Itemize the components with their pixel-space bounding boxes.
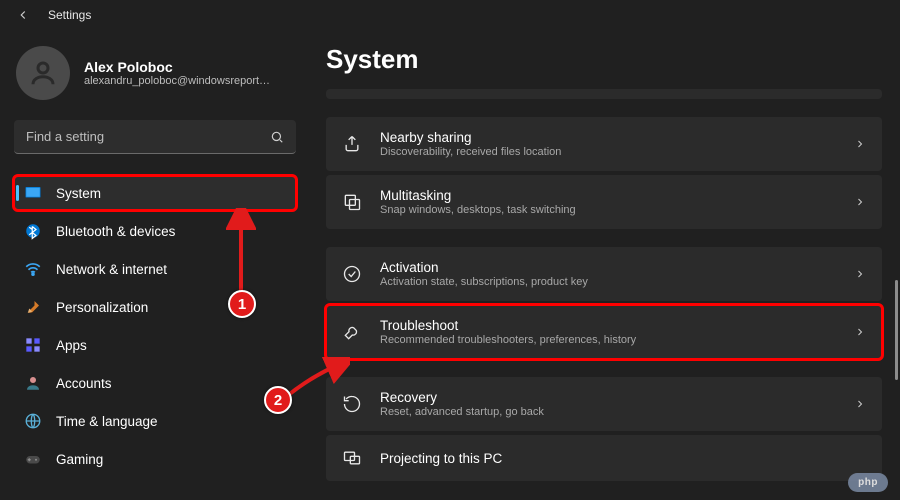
gamepad-icon <box>24 450 42 468</box>
sidebar-item-accounts[interactable]: Accounts <box>14 366 296 400</box>
row-title: Recovery <box>380 390 836 405</box>
bluetooth-icon <box>24 222 42 240</box>
content-panel: System Nearby sharing Discoverability, r… <box>310 30 900 500</box>
sidebar-item-label: Network & internet <box>56 262 167 277</box>
wrench-icon <box>342 322 362 342</box>
sidebar-item-apps[interactable]: Apps <box>14 328 296 362</box>
row-activation[interactable]: Activation Activation state, subscriptio… <box>326 247 882 301</box>
chevron-right-icon <box>854 326 866 338</box>
grid-icon <box>24 336 42 354</box>
watermark: php <box>848 473 888 492</box>
share-icon <box>342 134 362 154</box>
globe-clock-icon <box>24 412 42 430</box>
row-troubleshoot[interactable]: Troubleshoot Recommended troubleshooters… <box>326 305 882 359</box>
window-title: Settings <box>48 8 91 22</box>
sidebar-item-label: Apps <box>56 338 87 353</box>
chevron-right-icon <box>854 268 866 280</box>
row-title: Multitasking <box>380 188 836 203</box>
search-box[interactable] <box>14 120 296 154</box>
search-input[interactable] <box>26 129 270 144</box>
chevron-right-icon <box>854 196 866 208</box>
profile-block[interactable]: Alex Poloboc alexandru_poloboc@windowsre… <box>14 40 296 116</box>
titlebar: Settings <box>0 0 900 30</box>
row-sub: Snap windows, desktops, task switching <box>380 204 836 216</box>
chevron-right-icon <box>854 398 866 410</box>
row-title: Projecting to this PC <box>380 451 866 466</box>
chevron-right-icon <box>854 138 866 150</box>
annotation-badge-1: 1 <box>228 290 256 318</box>
back-icon[interactable] <box>16 8 30 22</box>
overlap-icon <box>342 192 362 212</box>
row-sub: Discoverability, received files location <box>380 146 836 158</box>
row-sub: Reset, advanced startup, go back <box>380 406 836 418</box>
row-nearby-sharing[interactable]: Nearby sharing Discoverability, received… <box>326 117 882 171</box>
user-icon <box>24 374 42 392</box>
row-sub: Activation state, subscriptions, product… <box>380 276 836 288</box>
row-title: Troubleshoot <box>380 318 836 333</box>
sidebar-item-label: Bluetooth & devices <box>56 224 175 239</box>
profile-name: Alex Poloboc <box>84 59 270 75</box>
sidebar-item-label: Personalization <box>56 300 148 315</box>
sidebar: Alex Poloboc alexandru_poloboc@windowsre… <box>0 30 310 500</box>
wifi-icon <box>24 260 42 278</box>
collapsed-row <box>326 89 882 99</box>
sidebar-item-system[interactable]: System <box>14 176 296 210</box>
row-title: Nearby sharing <box>380 130 836 145</box>
row-sub: Recommended troubleshooters, preferences… <box>380 334 836 346</box>
row-recovery[interactable]: Recovery Reset, advanced startup, go bac… <box>326 377 882 431</box>
sidebar-item-gaming[interactable]: Gaming <box>14 442 296 476</box>
sidebar-item-label: Accounts <box>56 376 112 391</box>
row-title: Activation <box>380 260 836 275</box>
sidebar-item-label: System <box>56 186 101 201</box>
sidebar-item-time-language[interactable]: Time & language <box>14 404 296 438</box>
sidebar-item-label: Gaming <box>56 452 103 467</box>
profile-email: alexandru_poloboc@windowsreport… <box>84 75 270 87</box>
search-icon <box>270 130 284 144</box>
check-circle-icon <box>342 264 362 284</box>
scrollbar-thumb[interactable] <box>895 280 898 380</box>
monitor-icon <box>24 184 42 202</box>
row-multitasking[interactable]: Multitasking Snap windows, desktops, tas… <box>326 175 882 229</box>
page-title: System <box>326 44 882 75</box>
avatar <box>16 46 70 100</box>
annotation-badge-2: 2 <box>264 386 292 414</box>
row-projecting[interactable]: Projecting to this PC <box>326 435 882 481</box>
brush-icon <box>24 298 42 316</box>
project-icon <box>342 448 362 468</box>
sidebar-item-label: Time & language <box>56 414 158 429</box>
